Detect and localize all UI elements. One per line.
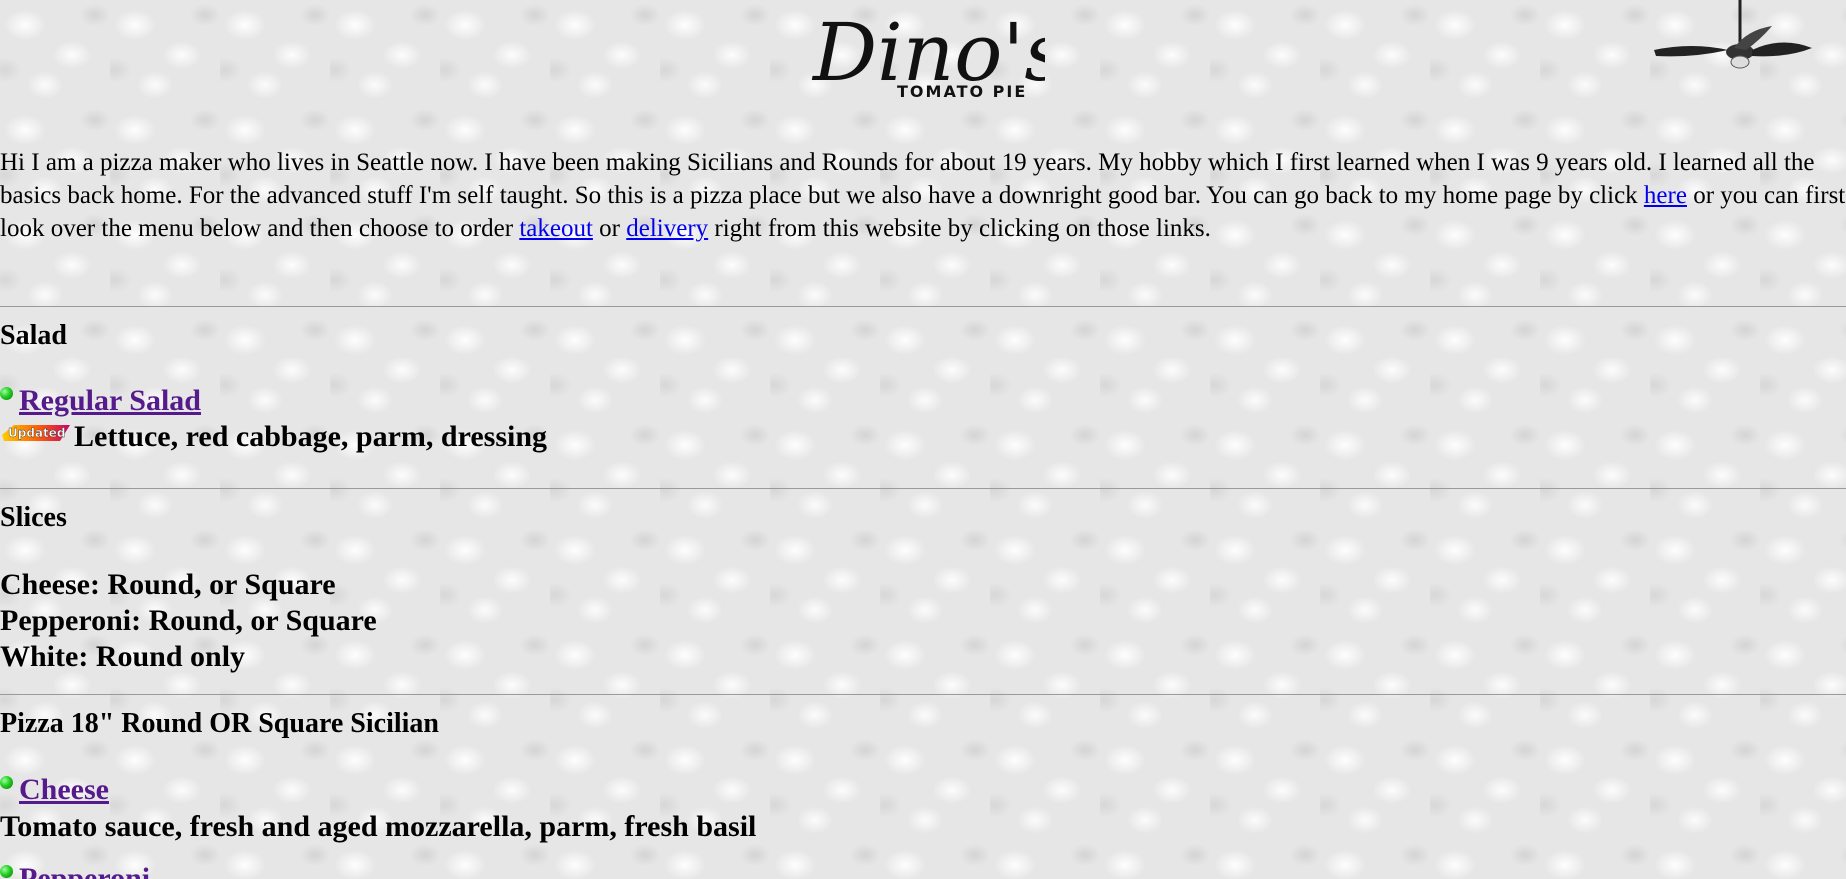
page-header: Dino's TOMATO PIE <box>0 0 1846 125</box>
intro-text-4: right from this website by clicking on t… <box>708 215 1211 242</box>
regular-salad-link[interactable]: Regular Salad <box>19 384 201 418</box>
salad-item: Regular Salad <box>0 384 201 418</box>
intro-paragraph: Hi I am a pizza maker who lives in Seatt… <box>0 146 1846 245</box>
updated-badge-icon: Updated <box>2 425 70 441</box>
pizza-item-pepperoni: Pepperoni <box>0 862 150 879</box>
delivery-link[interactable]: delivery <box>626 215 708 242</box>
slice-line: Cheese: Round, or Square <box>0 568 336 601</box>
divider <box>0 488 1846 489</box>
salad-heading: Salad <box>0 320 67 351</box>
divider <box>0 694 1846 695</box>
salad-description: Updated Lettuce, red cabbage, parm, dres… <box>0 420 547 454</box>
salad-description-text: Lettuce, red cabbage, parm, dressing <box>74 420 548 453</box>
dinos-logo: Dino's TOMATO PIE <box>811 6 1045 101</box>
pizza-heading: Pizza 18" Round OR Square Sicilian <box>0 708 439 739</box>
slices-heading: Slices <box>0 502 67 533</box>
green-bullet-icon <box>0 386 13 400</box>
updated-badge-text: Updated <box>8 426 66 440</box>
takeout-link[interactable]: takeout <box>519 215 593 242</box>
slice-line: White: Round only <box>0 640 246 673</box>
logo-subtitle: TOMATO PIE <box>897 82 1027 101</box>
slice-line: Pepperoni: Round, or Square <box>0 604 377 637</box>
green-bullet-icon <box>0 775 13 789</box>
divider <box>0 306 1846 307</box>
pepperoni-pizza-link[interactable]: Pepperoni <box>19 862 150 879</box>
intro-text-3: or <box>592 215 627 242</box>
cheese-pizza-description: Tomato sauce, fresh and aged mozzarella,… <box>0 810 757 843</box>
intro-text-1: Hi I am a pizza maker who lives in Seatt… <box>0 149 1815 209</box>
pizza-item-cheese: Cheese <box>0 773 109 807</box>
cheese-pizza-link[interactable]: Cheese <box>19 773 109 807</box>
green-bullet-icon <box>0 864 13 878</box>
home-link[interactable]: here <box>1644 182 1687 209</box>
ceiling-fan-icon <box>1654 0 1812 69</box>
